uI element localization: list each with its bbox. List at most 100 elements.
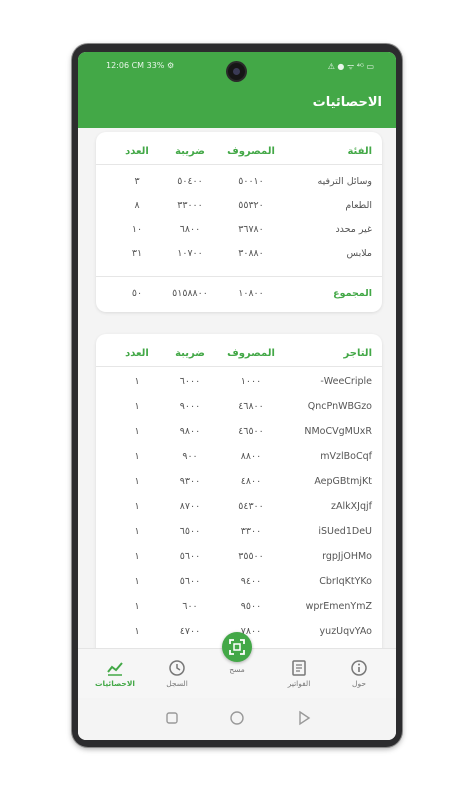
merchant-table-header: التاجر المصروف ضريبة العدد <box>96 344 382 366</box>
system-navigation-bar <box>78 698 396 740</box>
cell-count: ٣١ <box>131 248 143 259</box>
nav-tab-history[interactable]: السجل <box>152 649 202 699</box>
cell-merchant: mVzlBoCqf <box>320 451 372 462</box>
scan-label: مسح <box>229 665 245 674</box>
cell-count: ١ <box>134 476 140 487</box>
table-row[interactable]: ملابس ٣٠٨٨٠ ١٠٧٠٠ ٣١ <box>96 244 382 266</box>
cell-expense: ٤٨٠٠ <box>240 476 262 487</box>
cell-count: ١ <box>134 551 140 562</box>
cell-tax: ٩٠٠ <box>182 451 198 462</box>
cell-count: ١ <box>134 376 140 387</box>
home-icon[interactable] <box>229 710 245 726</box>
header-count: العدد <box>125 348 149 359</box>
cell-merchant: WeeCriple- <box>320 376 372 387</box>
table-row[interactable]: CbrIqKtYKo ٩٤٠٠ ٥٦٠٠ ١ <box>96 572 382 594</box>
cell-tax: ٩٨٠٠ <box>179 426 201 437</box>
cell-merchant: iSUed1DeU <box>318 526 372 537</box>
cell-count: ١ <box>134 401 140 412</box>
table-row[interactable]: wprEmenYmZ ٩٥٠٠ ٦٠٠ ١ <box>96 597 382 619</box>
cell-count: ١ <box>134 526 140 537</box>
cell-tax: ٩٣٠٠ <box>179 476 201 487</box>
status-time: 12:06 CM 33% ⚙ <box>106 61 175 70</box>
info-icon <box>351 660 367 676</box>
cell-merchant: yuzUqvYAo <box>319 626 372 637</box>
cell-expense: ٣٠٨٨٠ <box>238 248 264 259</box>
divider <box>96 276 382 277</box>
cell-expense: ٥٤٣٠٠ <box>238 501 264 512</box>
header-category: الفئة <box>347 146 372 157</box>
recent-apps-icon[interactable] <box>164 710 180 726</box>
total-expense: ١٠٨٠٠ <box>238 288 264 299</box>
table-row[interactable]: وسائل الترفيه ٥٠٠١٠ ٥٠٤٠٠ ٣ <box>96 172 382 194</box>
header-tax: ضريبة <box>175 348 205 359</box>
nav-tab-stats[interactable]: الاحصائيات <box>90 649 140 699</box>
nav-tab-invoices[interactable]: الفواتير <box>274 649 324 699</box>
front-camera-icon <box>228 63 245 80</box>
cell-tax: ٦٥٠٠ <box>179 526 201 537</box>
cell-merchant: wprEmenYmZ <box>305 601 372 612</box>
history-clock-icon <box>169 660 185 676</box>
cell-merchant: AepGBtmjKt <box>314 476 372 487</box>
cell-category: ملابس <box>346 248 372 259</box>
nav-label: الاحصائيات <box>95 679 135 688</box>
cell-tax: ٦٠٠ <box>182 601 198 612</box>
nav-label: الفواتير <box>287 679 311 688</box>
scan-button[interactable] <box>222 632 252 662</box>
nav-tab-about[interactable]: حول <box>334 649 384 699</box>
cell-expense: ٤٦٥٠٠ <box>238 426 264 437</box>
cell-category: وسائل الترفيه <box>317 176 372 187</box>
table-row[interactable]: AepGBtmjKt ٤٨٠٠ ٩٣٠٠ ١ <box>96 472 382 494</box>
cell-count: ١ <box>134 501 140 512</box>
stats-chart-icon <box>107 662 123 676</box>
cell-expense: ٩٤٠٠ <box>240 576 262 587</box>
cell-expense: ٨٨٠٠ <box>240 451 262 462</box>
back-icon[interactable] <box>296 710 312 726</box>
status-bar: 12:06 CM 33% ⚙ ⚠ ● ᯤ ⁴ᴳ ▭ <box>78 52 396 82</box>
cell-expense: ٩٥٠٠ <box>240 601 262 612</box>
table-row[interactable]: rgpJjOHMo ٣٥٥٠٠ ٥٦٠٠ ١ <box>96 547 382 569</box>
cell-tax: ٣٣٠٠٠ <box>177 200 203 211</box>
cell-count: ١ <box>134 451 140 462</box>
cell-count: ١ <box>134 576 140 587</box>
invoice-document-icon <box>292 660 306 676</box>
cell-expense: ٣٣٠٠ <box>240 526 262 537</box>
cell-tax: ١٠٧٠٠ <box>177 248 203 259</box>
cell-tax: ٥٠٤٠٠ <box>177 176 203 187</box>
table-row[interactable]: QncPnWBGzo ٤٦٨٠٠ ٩٠٠٠ ١ <box>96 397 382 419</box>
table-row[interactable]: iSUed1DeU ٣٣٠٠ ٦٥٠٠ ١ <box>96 522 382 544</box>
cell-merchant: CbrIqKtYKo <box>319 576 372 587</box>
cell-count: ١ <box>134 626 140 637</box>
table-row[interactable]: WeeCriple- ١٠٠٠ ٦٠٠٠ ١ <box>96 372 382 394</box>
header-expense: المصروف <box>227 348 275 359</box>
header-expense: المصروف <box>227 146 275 157</box>
cell-merchant: rgpJjOHMo <box>322 551 372 562</box>
cell-tax: ٨٧٠٠ <box>179 501 201 512</box>
table-row[interactable]: mVzlBoCqf ٨٨٠٠ ٩٠٠ ١ <box>96 447 382 469</box>
page-title: الاحصائيات <box>312 95 382 110</box>
cell-merchant: zAlkXJqjf <box>331 501 372 512</box>
total-count: ٥٠ <box>131 288 143 299</box>
total-tax: ٥١٥٨٨٠٠ <box>172 288 208 299</box>
cell-expense: ٣٥٥٠٠ <box>238 551 264 562</box>
cell-expense: ٥٠٠١٠ <box>238 176 264 187</box>
total-label: المجموع <box>333 288 372 299</box>
header-merchant: التاجر <box>343 348 372 359</box>
table-row[interactable]: NMoCVgMUxR ٤٦٥٠٠ ٩٨٠٠ ١ <box>96 422 382 444</box>
cell-tax: ٦٨٠٠ <box>179 224 201 235</box>
table-row[interactable]: zAlkXJqjf ٥٤٣٠٠ ٨٧٠٠ ١ <box>96 497 382 519</box>
merchant-stats-card: التاجر المصروف ضريبة العدد WeeCriple- ١٠… <box>96 334 382 674</box>
divider <box>96 366 382 367</box>
cell-expense: ١٠٠٠ <box>240 376 262 387</box>
cell-count: ١ <box>134 601 140 612</box>
cell-count: ٨ <box>134 200 140 211</box>
table-row[interactable]: الطعام ٥٥٣٢٠ ٣٣٠٠٠ ٨ <box>96 196 382 218</box>
app-screen: 12:06 CM 33% ⚙ ⚠ ● ᯤ ⁴ᴳ ▭ الاحصائيات الف… <box>78 52 396 740</box>
app-bar: الاحصائيات <box>78 82 396 128</box>
table-row[interactable]: غير محدد ٣٦٧٨٠ ٦٨٠٠ ١٠ <box>96 220 382 242</box>
divider <box>96 164 382 165</box>
cell-count: ٣ <box>134 176 140 187</box>
cell-tax: ٥٦٠٠ <box>179 576 201 587</box>
cell-expense: ٣٦٧٨٠ <box>238 224 264 235</box>
cell-expense: ٥٥٣٢٠ <box>238 200 264 211</box>
cell-count: ١٠ <box>131 224 143 235</box>
